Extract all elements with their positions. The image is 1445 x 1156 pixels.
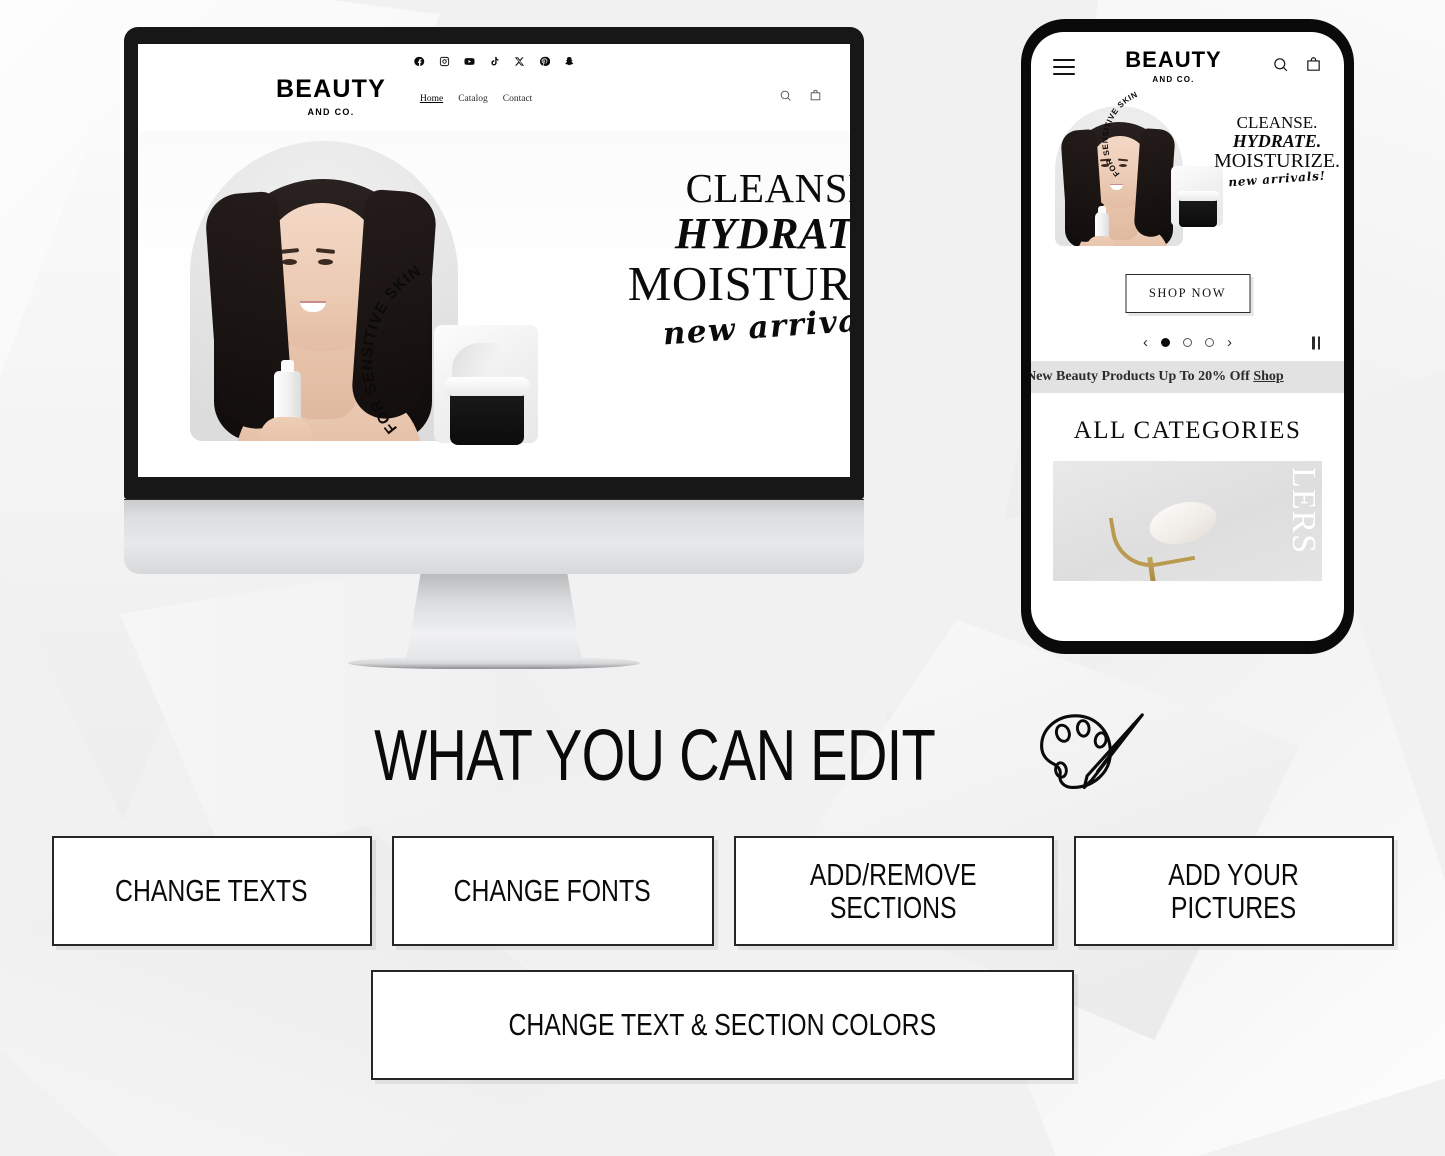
phone-bezel: BEAUTY AND CO. FOR SENSITIVE SKIN CLEANS… [1021, 19, 1354, 654]
carousel-dot-1[interactable] [1161, 338, 1170, 347]
social-icon-bar [138, 44, 850, 67]
nav-link-catalog[interactable]: Catalog [458, 94, 488, 104]
monitor-chin [124, 499, 864, 574]
desktop-monitor-mockup: BEAUTY AND CO. Home Catalog Contact FOR … [124, 27, 864, 669]
logo-main-text: BEAUTY [1125, 47, 1222, 72]
search-icon[interactable] [779, 89, 792, 107]
edit-box-row-2: CHANGE TEXT & SECTION COLORS [0, 946, 1445, 1080]
logo-sub-text: AND CO. [1152, 75, 1195, 84]
carousel-prev-icon[interactable]: ‹ [1143, 335, 1148, 350]
edit-box-label: CHANGE TEXTS [115, 873, 308, 909]
logo-sub-text: AND CO. [307, 107, 355, 117]
snapchat-icon[interactable] [564, 56, 575, 67]
x-twitter-icon[interactable] [514, 56, 525, 67]
category-card-image[interactable]: LERS [1053, 461, 1322, 581]
edit-box-label: ADD YOUR PICTURES [1168, 856, 1299, 925]
edit-box-add-your-pictures[interactable]: ADD YOUR PICTURES [1073, 836, 1394, 946]
edit-box-change-colors[interactable]: CHANGE TEXT & SECTION COLORS [371, 970, 1074, 1080]
hero-line-1: CLEANSE. [685, 165, 850, 211]
curved-badge-label: FOR SENSITIVE SKIN [1101, 90, 1139, 178]
edit-box-label: CHANGE TEXT & SECTION COLORS [508, 1007, 937, 1043]
tiktok-icon[interactable] [489, 56, 500, 67]
edit-box-row-1: CHANGE TEXTS CHANGE FONTS ADD/REMOVE SEC… [0, 836, 1445, 946]
desktop-site-header: BEAUTY AND CO. Home Catalog Contact [138, 67, 850, 117]
edit-box-label: ADD/REMOVE SECTIONS [810, 856, 977, 925]
mobile-site-header: BEAUTY AND CO. [1031, 32, 1344, 84]
menu-icon[interactable] [1053, 58, 1075, 75]
shop-now-label: SHOP NOW [1148, 286, 1227, 300]
hero-line-2: HYDRATE. [674, 209, 850, 259]
shop-now-button[interactable]: SHOP NOW [1125, 274, 1250, 313]
carousel-dot-3[interactable] [1205, 338, 1214, 347]
header-utility-icons [779, 89, 822, 107]
desktop-hero-banner: FOR SENSITIVE SKIN CLEANSE. HYDRATE. MOI… [138, 131, 850, 463]
hero-line-1: CLEANSE. [1236, 113, 1318, 132]
mockup-canvas: BEAUTY AND CO. Home Catalog Contact FOR … [0, 0, 1445, 1156]
curved-badge-text: FOR SENSITIVE SKIN [359, 262, 596, 463]
hero-line-2: HYDRATE. [1232, 131, 1322, 152]
primary-navigation: Home Catalog Contact [420, 94, 532, 104]
carousel-next-icon[interactable]: › [1227, 335, 1232, 350]
cart-icon[interactable] [1305, 56, 1322, 78]
palette-brush-icon [1032, 710, 1150, 802]
hero-line-3: MOISTURIZE. [627, 255, 850, 311]
pinterest-icon[interactable] [539, 56, 550, 67]
announcement-bar: nd New Beauty Products Up To 20% Off Sho… [1031, 361, 1344, 393]
all-categories-heading: ALL CATEGORIES [1073, 417, 1302, 444]
nav-link-contact[interactable]: Contact [503, 94, 533, 104]
edit-box-change-fonts[interactable]: CHANGE FONTS [391, 836, 714, 946]
mobile-website-screen: BEAUTY AND CO. FOR SENSITIVE SKIN CLEANS… [1031, 32, 1344, 641]
nav-link-home[interactable]: Home [420, 94, 443, 104]
edit-section-header: WHAT YOU CAN EDIT [0, 710, 1445, 802]
search-icon[interactable] [1272, 56, 1289, 78]
hero-headline-block: CLEANSE. HYDRATE. MOISTURIZE. new arriva… [584, 165, 850, 353]
edit-section-title: WHAT YOU CAN EDIT [374, 716, 936, 796]
site-logo[interactable]: BEAUTY AND CO. [1075, 47, 1272, 85]
carousel-pause-icon[interactable] [1312, 336, 1320, 349]
svg-text:FOR SENSITIVE SKIN: FOR SENSITIVE SKIN [1101, 90, 1140, 178]
edit-feature-boxes: CHANGE TEXTS CHANGE FONTS ADD/REMOVE SEC… [0, 836, 1445, 1080]
monitor-bezel: BEAUTY AND CO. Home Catalog Contact FOR … [124, 27, 864, 499]
hero-headline-block: CLEANSE. HYDRATE. MOISTURIZE. new arriva… [1197, 113, 1344, 189]
logo-main-text: BEAUTY [276, 75, 386, 103]
edit-box-add-remove-sections[interactable]: ADD/REMOVE SECTIONS [733, 836, 1054, 946]
category-overlay-word: LERS [1285, 467, 1322, 555]
youtube-icon[interactable] [463, 56, 475, 67]
edit-box-change-texts[interactable]: CHANGE TEXTS [51, 836, 372, 946]
desktop-website-screen: BEAUTY AND CO. Home Catalog Contact FOR … [138, 44, 850, 477]
instagram-icon[interactable] [439, 56, 450, 67]
edit-box-label: CHANGE FONTS [453, 873, 652, 909]
mobile-utility-icons [1272, 56, 1322, 78]
mobile-hero-banner: FOR SENSITIVE SKIN CLEANSE. HYDRATE. MOI… [1031, 90, 1344, 324]
facebook-icon[interactable] [413, 56, 425, 67]
announcement-link[interactable]: Shop [1253, 369, 1283, 384]
product-cream-jar [1179, 197, 1217, 227]
hero-carousel-controls: ‹ › [1031, 324, 1344, 361]
cart-icon[interactable] [809, 89, 822, 107]
site-logo[interactable]: BEAUTY AND CO. [276, 75, 386, 118]
announcement-text: nd New Beauty Products Up To 20% Off Sho… [1031, 369, 1284, 384]
carousel-dot-2[interactable] [1183, 338, 1192, 347]
monitor-stand-neck [406, 574, 582, 658]
monitor-stand-base [348, 657, 640, 669]
mobile-phone-mockup: BEAUTY AND CO. FOR SENSITIVE SKIN CLEANS… [1021, 19, 1354, 654]
